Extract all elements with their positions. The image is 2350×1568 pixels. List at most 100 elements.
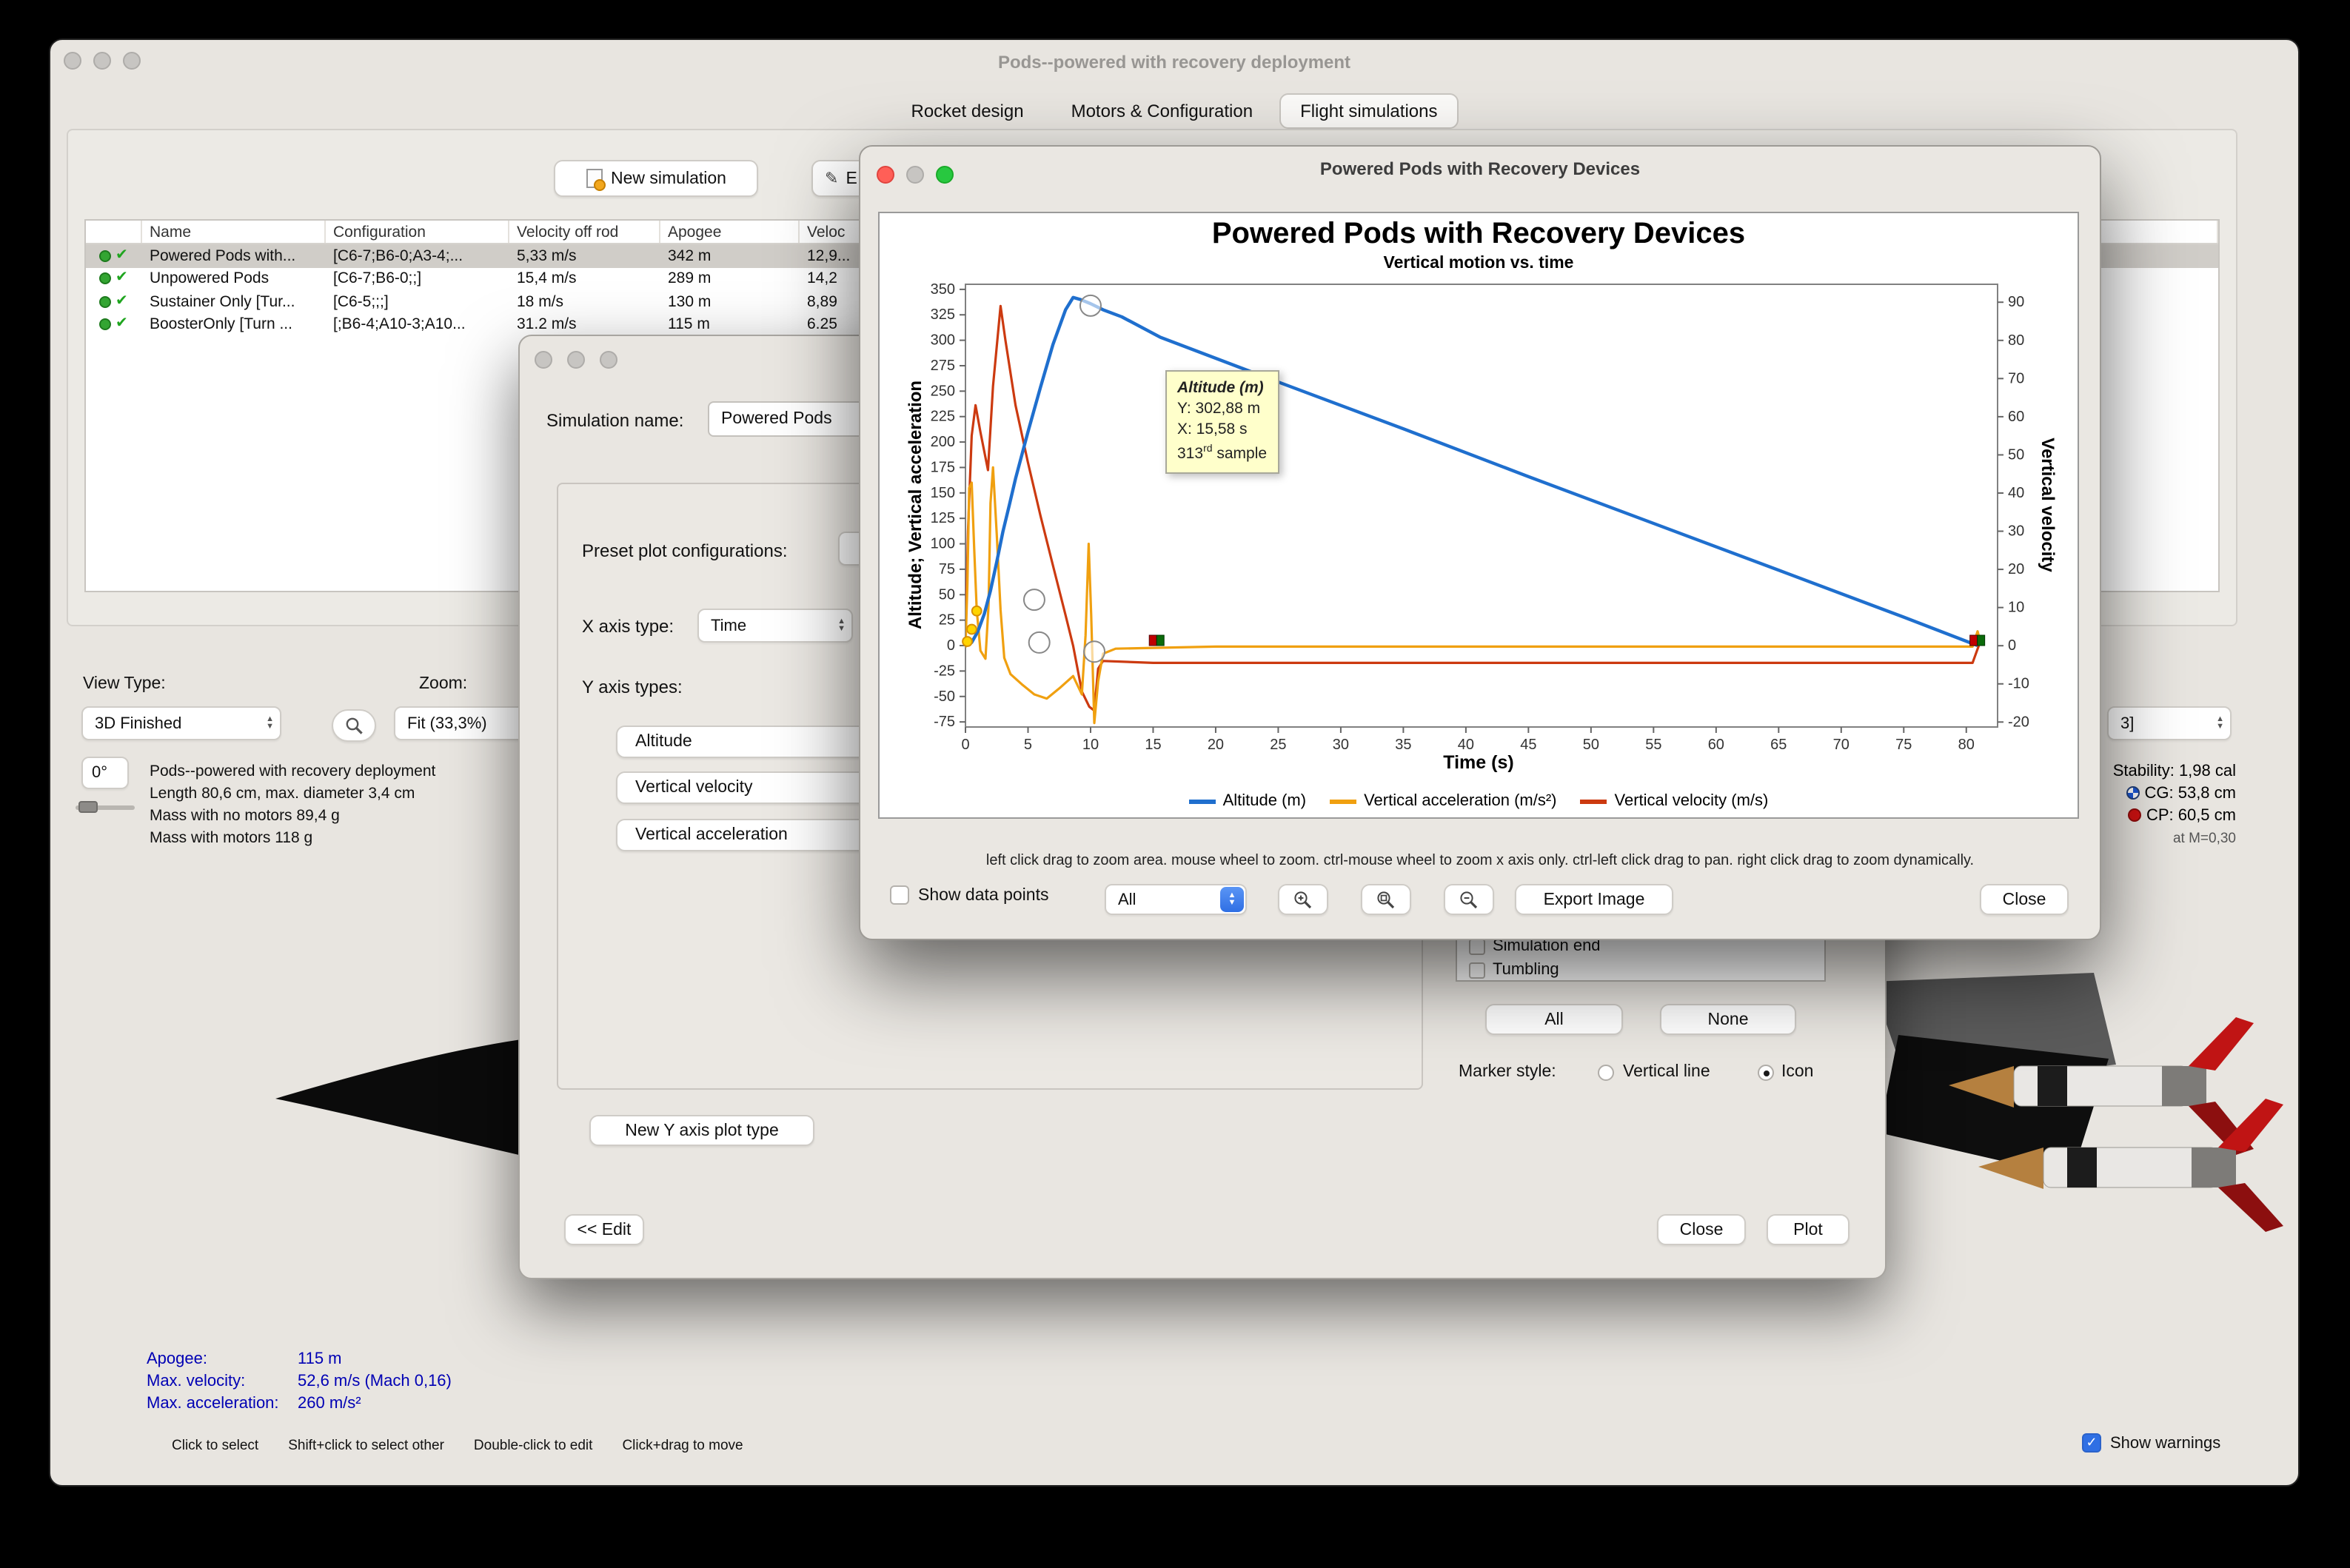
cell-name: Unpowered Pods [150,269,270,288]
dialog-zoom-button[interactable] [600,351,617,369]
events-none-button[interactable]: None [1660,1004,1796,1035]
zoom-magnifier-button[interactable] [332,709,376,742]
cell-velocity-off-rod: 15,4 m/s [517,269,577,288]
event-checkbox[interactable] [1469,962,1485,978]
cell-name: Powered Pods with... [150,247,296,265]
tooltip-sample: 313rd sample [1177,444,1268,463]
y-type-altitude-label: Altitude [635,733,692,751]
legend-acceleration-swatch [1330,799,1357,803]
y-type-vertical-velocity-label: Vertical velocity [635,779,753,797]
window-title: Pods--powered with recovery deployment [997,52,1351,73]
plot-window: Powered Pods with Recovery Devices Power… [859,145,2101,940]
svg-text:10: 10 [1082,737,1099,753]
tooltip-y: Y: 302,88 m [1177,400,1261,418]
configuration-select[interactable]: 3] ▲ ▼ [2107,706,2232,740]
plot-action-button[interactable]: Plot [1767,1214,1849,1245]
cell-apogee: 130 m [668,292,712,311]
cell-configuration: [C6-7;B6-0;;] [333,269,422,288]
cg-value: CG: 53,8 cm [2144,785,2237,803]
col-velocity-off-rod[interactable]: Velocity off rod [509,221,660,243]
export-image-button[interactable]: Export Image [1515,884,1673,915]
view-type-select[interactable]: 3D Finished ▲ ▼ [81,706,281,740]
chart-panel[interactable]: Powered Pods with Recovery Devices Verti… [878,212,2079,819]
zoom-in-button[interactable] [1278,884,1328,915]
tab-motors-configuration[interactable]: Motors & Configuration [1051,93,1273,129]
events-all-label: All [1544,1011,1564,1028]
cell-name: BoosterOnly [Turn ... [150,315,292,334]
svg-text:5: 5 [1024,737,1032,753]
cell-apogee: 289 m [668,269,712,288]
show-warnings-label: Show warnings [2110,1434,2221,1452]
svg-text:25: 25 [939,612,955,629]
sim-ok-icon [99,249,111,262]
new-y-axis-plot-type-button[interactable]: New Y axis plot type [589,1115,814,1146]
left-axis-label: Altitude; Vertical acceleration [905,380,925,630]
show-data-points-checkbox[interactable] [890,885,909,905]
plot-close-action-label: Close [2002,891,2046,908]
col-apogee[interactable]: Apogee [660,221,800,243]
svg-text:40: 40 [1458,737,1474,753]
svg-text:70: 70 [2008,370,2024,386]
tooltip-series: Altitude (m) [1177,379,1264,397]
event-item-tumbling[interactable]: Tumbling [1469,961,1559,979]
rotation-angle-field[interactable]: 0° [81,757,129,789]
x-axis-type-select[interactable]: Time ▲ ▼ [697,609,853,643]
svg-text:75: 75 [1895,737,1912,753]
cell-configuration: [C6-7;B6-0;A3-4;... [333,247,463,265]
dialog-close-button[interactable] [535,351,552,369]
marker-icon-radio[interactable] [1758,1065,1774,1081]
plot-close-action-button[interactable]: Close [1980,884,2069,915]
max-acceleration-label: Max. acceleration: [147,1395,279,1413]
rotation-angle-value: 0° [92,764,108,782]
event-checkbox[interactable] [1469,938,1485,954]
svg-text:150: 150 [931,485,955,501]
svg-text:300: 300 [931,332,955,349]
col-configuration[interactable]: Configuration [326,221,509,243]
sim-ok-icon [99,318,111,331]
svg-text:175: 175 [931,459,955,475]
edit-back-button[interactable]: << Edit [564,1214,644,1245]
view-type-value: 3D Finished [95,714,182,732]
col-name[interactable]: Name [142,221,326,243]
rotation-slider-thumb[interactable] [78,801,98,813]
rocket-summary-line: Mass with motors 118 g [150,829,313,847]
tab-flight-simulations[interactable]: Flight simulations [1279,93,1459,129]
zoom-out-button[interactable] [1444,884,1494,915]
cg-icon [2126,786,2140,800]
branch-select[interactable]: All ▲ ▼ [1105,884,1247,915]
chart-plot-area[interactable]: 0 5 10 15 20 25 30 35 40 45 50 55 60 65 70 75 80 -75 -50 -2… [880,213,2080,820]
tab-rocket-design[interactable]: Rocket design [891,93,1045,129]
event-label: Tumbling [1493,961,1559,979]
show-warnings-checkbox[interactable]: ✓ [2082,1433,2101,1453]
show-data-points[interactable]: Show data points [890,885,1048,905]
svg-text:55: 55 [1645,737,1661,753]
edit-pencil-icon: ✎ [825,170,839,188]
sim-ok-icon [99,295,111,308]
dialog-close-action-button[interactable]: Close [1657,1214,1746,1245]
uptodate-check-icon: ✔ [116,292,128,309]
events-all-button[interactable]: All [1485,1004,1623,1035]
svg-text:0: 0 [2008,637,2016,654]
svg-text:45: 45 [1520,737,1536,753]
svg-text:-20: -20 [2008,714,2029,730]
zoom-reset-button[interactable] [1361,884,1411,915]
dialog-minimize-button[interactable] [567,351,585,369]
simulation-name-value: Powered Pods [721,410,832,428]
svg-text:0: 0 [961,737,969,753]
chart-subtitle: Vertical motion vs. time [1383,255,1574,272]
marker-vertical-line-radio[interactable] [1598,1065,1614,1081]
svg-text:60: 60 [2008,409,2024,425]
status-hints: Click to select Shift+click to select ot… [172,1438,743,1454]
show-data-points-label: Show data points [918,886,1049,904]
row-status-icons: ✔ [86,317,142,332]
rotation-slider[interactable] [76,801,135,813]
rocket-3d-view[interactable] [1872,973,2300,1232]
new-simulation-button[interactable]: New simulation [554,160,758,197]
svg-text:50: 50 [939,586,955,603]
col-status [86,221,142,243]
x-axis-label: Time (s) [1443,752,1514,773]
cp-value: CP: 60,5 cm [2146,807,2236,825]
marker-vertical-line-label: Vertical line [1623,1063,1710,1081]
show-warnings[interactable]: ✓ Show warnings [2082,1433,2220,1453]
chevron-updown-icon: ▲▼ [266,715,274,731]
